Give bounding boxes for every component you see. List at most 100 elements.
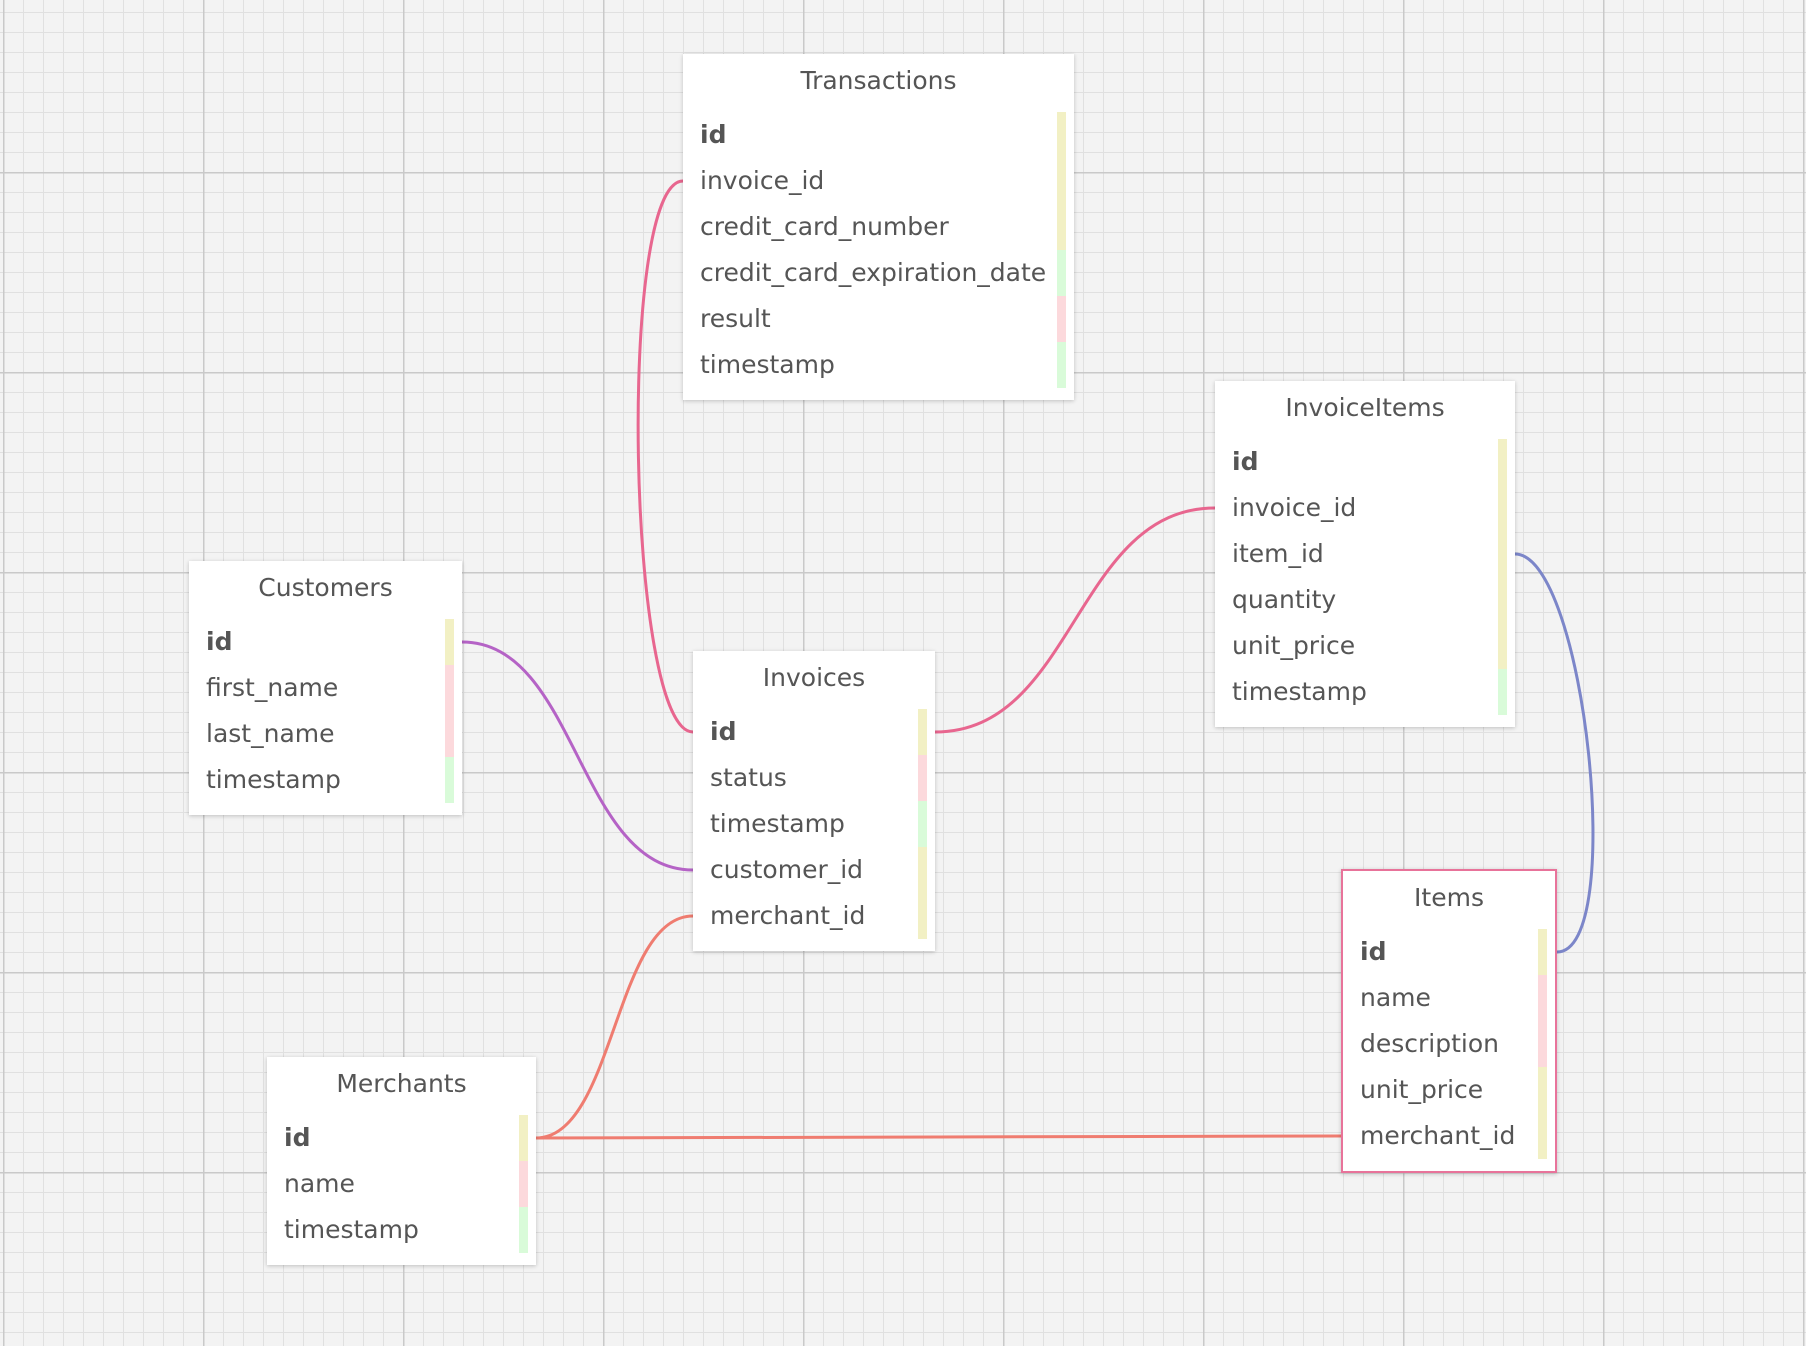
field-name: id (1232, 447, 1259, 476)
field-name: unit_price (1232, 631, 1356, 660)
field-name: unit_price (1360, 1075, 1484, 1104)
field-row-customer-id[interactable]: customer_id (693, 847, 935, 893)
schema-canvas[interactable]: Transactions id invoice_id credit_card_num… (0, 0, 1806, 1346)
field-type-indicator (1498, 439, 1507, 485)
field-type-indicator (1538, 929, 1547, 975)
table-title: Invoices (762, 663, 866, 692)
field-type-indicator (1057, 296, 1066, 342)
field-row-id[interactable]: id (683, 112, 1074, 158)
field-type-indicator (1498, 623, 1507, 669)
field-name: status (710, 763, 787, 792)
field-type-indicator (1498, 669, 1507, 715)
field-name: merchant_id (1360, 1121, 1516, 1150)
field-row-timestamp[interactable]: timestamp (267, 1207, 536, 1253)
field-row-id[interactable]: id (693, 709, 935, 755)
field-list: id invoice_id item_id quantity unit_pricetim… (1215, 439, 1515, 715)
table-invoices[interactable]: Invoices id status timestamp customer_idmer… (693, 651, 935, 951)
field-type-indicator (445, 711, 454, 757)
field-row-timestamp[interactable]: timestamp (1215, 669, 1515, 715)
field-row-credit-card-number[interactable]: credit_card_number (683, 204, 1074, 250)
field-row-quantity[interactable]: quantity (1215, 577, 1515, 623)
field-name: invoice_id (700, 166, 825, 195)
relation-customers-id-to-invoices-customer-id[interactable] (461, 640, 694, 872)
field-name: id (700, 120, 727, 149)
field-name: first_name (206, 673, 339, 702)
field-type-indicator (1498, 577, 1507, 623)
field-list: id name description unit_price merchant_id (1343, 929, 1555, 1159)
field-row-merchant-id[interactable]: merchant_id (1343, 1113, 1555, 1159)
field-name: merchant_id (710, 901, 866, 930)
field-list: id invoice_id credit_card_number credit_car… (683, 112, 1074, 388)
field-type-indicator (918, 893, 927, 939)
field-type-indicator (918, 801, 927, 847)
field-name: timestamp (206, 765, 341, 794)
field-type-indicator (445, 619, 454, 665)
field-type-indicator (1057, 158, 1066, 204)
field-row-timestamp[interactable]: timestamp (189, 757, 462, 803)
field-row-id[interactable]: id (189, 619, 462, 665)
relation-invoices-id-to-invoiceitems-invoice-id[interactable] (934, 506, 1216, 734)
field-name: timestamp (700, 350, 835, 379)
field-row-id[interactable]: id (1215, 439, 1515, 485)
field-name: item_id (1232, 539, 1324, 568)
field-row-timestamp[interactable]: timestamp (693, 801, 935, 847)
field-type-indicator (445, 757, 454, 803)
field-type-indicator (1057, 342, 1066, 388)
field-type-indicator (1057, 112, 1066, 158)
field-row-timestamp[interactable]: timestamp (683, 342, 1074, 388)
field-type-indicator (1057, 250, 1066, 296)
field-name: credit_card_number (700, 212, 949, 241)
field-type-indicator (519, 1115, 528, 1161)
field-row-id[interactable]: id (267, 1115, 536, 1161)
field-name: description (1360, 1029, 1500, 1058)
field-row-first-name[interactable]: first_name (189, 665, 462, 711)
field-name: credit_card_expiration_date (700, 258, 1047, 287)
field-type-indicator (519, 1161, 528, 1207)
field-name: timestamp (710, 809, 845, 838)
field-type-indicator (918, 709, 927, 755)
field-name: name (1360, 983, 1431, 1012)
field-row-description[interactable]: description (1343, 1021, 1555, 1067)
field-list: id status timestamp customer_id merchant_id (693, 709, 935, 939)
field-type-indicator (1538, 1113, 1547, 1159)
field-name: id (206, 627, 233, 656)
relation-merchants-id-to-items-merchant-id[interactable] (535, 1134, 1342, 1140)
relation-merchants-id-to-invoices-merchant-id[interactable] (535, 914, 694, 1140)
table-transactions[interactable]: Transactions id invoice_id credit_card_num… (683, 54, 1074, 400)
field-row-status[interactable]: status (693, 755, 935, 801)
field-row-invoice-id[interactable]: invoice_id (683, 158, 1074, 204)
field-type-indicator (519, 1207, 528, 1253)
field-row-last-name[interactable]: last_name (189, 711, 462, 757)
table-merchants[interactable]: Merchants id name timestamp (267, 1057, 536, 1265)
field-type-indicator (1538, 1067, 1547, 1113)
field-row-id[interactable]: id (1343, 929, 1555, 975)
table-items[interactable]: Items id name description unit_price merchan… (1341, 869, 1557, 1173)
field-row-name[interactable]: name (1343, 975, 1555, 1021)
field-type-indicator (1538, 1021, 1547, 1067)
field-name: customer_id (710, 855, 864, 884)
field-name: name (284, 1169, 355, 1198)
table-title: Merchants (336, 1069, 467, 1098)
field-row-invoice-id[interactable]: invoice_id (1215, 485, 1515, 531)
field-name: timestamp (284, 1215, 419, 1244)
field-row-unit-price[interactable]: unit_price (1343, 1067, 1555, 1113)
field-name: last_name (206, 719, 335, 748)
field-row-name[interactable]: name (267, 1161, 536, 1207)
field-type-indicator (1538, 975, 1547, 1021)
field-name: id (284, 1123, 311, 1152)
field-name: timestamp (1232, 677, 1367, 706)
table-invoiceitems[interactable]: InvoiceItems id invoice_id item_id quantity… (1215, 381, 1515, 727)
field-row-result[interactable]: result (683, 296, 1074, 342)
field-row-unit-price[interactable]: unit_price (1215, 623, 1515, 669)
field-list: id first_name last_name timestamp (189, 619, 462, 803)
table-title: Customers (258, 573, 393, 602)
field-row-credit-card-expiration-date[interactable]: credit_card_expiration_date (683, 250, 1074, 296)
table-customers[interactable]: Customers id first_name last_name timestamp (189, 561, 462, 815)
field-row-merchant-id[interactable]: merchant_id (693, 893, 935, 939)
field-type-indicator (918, 847, 927, 893)
field-name: quantity (1232, 585, 1337, 614)
field-row-item-id[interactable]: item_id (1215, 531, 1515, 577)
field-name: id (1360, 937, 1387, 966)
table-title: InvoiceItems (1285, 393, 1445, 422)
field-name: id (710, 717, 737, 746)
